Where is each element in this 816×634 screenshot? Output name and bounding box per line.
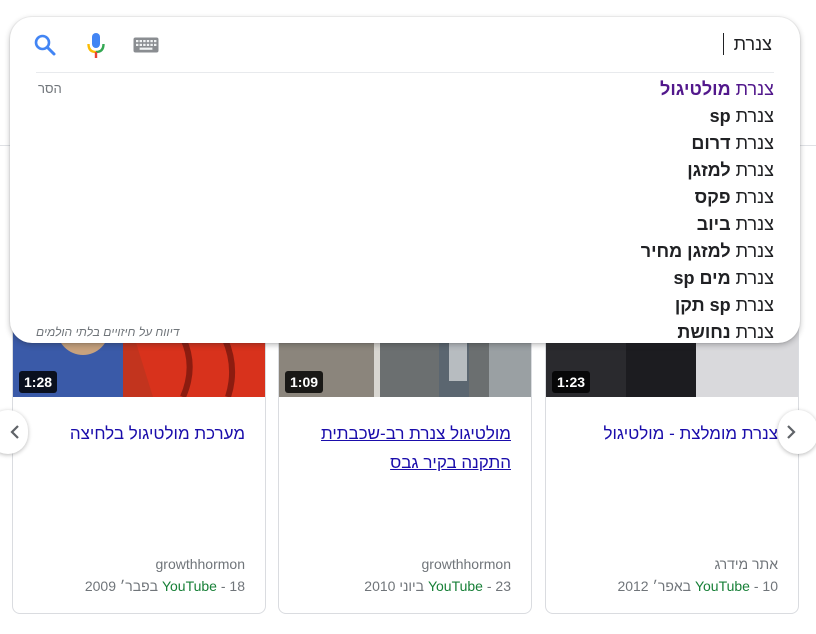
voice-search-button[interactable] (84, 31, 108, 61)
video-meta: YouTube - 23 ביוני 2010 (364, 578, 511, 594)
search-button[interactable] (32, 31, 58, 59)
suggestion-item[interactable]: צנרת sp (641, 103, 774, 130)
suggestion-item[interactable]: צנרת למזגן מחיר (641, 238, 774, 265)
video-meta: YouTube - 10 באפר׳ 2012 (617, 578, 778, 594)
video-duration: 1:28 (19, 371, 58, 393)
search-divider (36, 72, 774, 73)
suggestion-item[interactable]: צנרת מים sp (641, 265, 774, 292)
video-card-3[interactable]: 1:23 צנרת מומלצת - מולטיגול אתר מידרג Yo… (545, 300, 799, 614)
video-card-1[interactable]: 1:28 מערכת מולטיגול בלחיצה growthhormon … (12, 300, 266, 614)
video-duration: 1:09 (285, 371, 324, 393)
suggestion-list: צנרת מולטיגול צנרת sp צנרת דרום צנרת למז… (641, 76, 774, 346)
report-predictions-link[interactable]: דיווח על חיזויים בלתי הולמים (36, 325, 179, 339)
keyboard-icon (133, 37, 159, 53)
search-query-text: צנרת (733, 33, 772, 54)
video-channel: אתר מידרג (714, 556, 778, 572)
video-channel: growthhormon (155, 556, 246, 572)
video-duration: 1:23 (552, 371, 591, 393)
chevron-right-icon (787, 425, 796, 439)
video-title[interactable]: מערכת מולטיגול בלחיצה (30, 419, 245, 448)
video-source: YouTube (427, 578, 483, 594)
microphone-icon (87, 33, 105, 58)
video-card-2[interactable]: 1:09 מולטיגול צנרת רב-שכבתית התקנה בקיר … (278, 300, 532, 614)
suggestion-item[interactable]: צנרת פקס (641, 184, 774, 211)
suggestion-item[interactable]: צנרת דרום (641, 130, 774, 157)
search-icon (34, 34, 56, 56)
search-suggestion-panel: צנרת צנרת מולטיגול צנרת sp צנרת דרום צנר… (10, 17, 800, 343)
video-source: YouTube (694, 578, 750, 594)
virtual-keyboard-button[interactable] (132, 31, 160, 59)
suggestion-item[interactable]: צנרת ביוב (641, 211, 774, 238)
video-channel: growthhormon (421, 556, 512, 572)
video-source: YouTube (161, 578, 217, 594)
suggestion-item[interactable]: צנרת מולטיגול (641, 76, 774, 103)
carousel-next-button[interactable] (778, 410, 816, 454)
suggestion-item[interactable]: צנרת נחושת (641, 319, 774, 346)
search-input[interactable]: צנרת (722, 33, 772, 55)
video-title[interactable]: צנרת מומלצת - מולטיגול (563, 419, 778, 448)
video-title-link[interactable]: מולטיגול צנרת רב-שכבתית התקנה בקיר גבס (296, 419, 511, 477)
remove-suggestion-link[interactable]: הסר (38, 81, 62, 96)
text-cursor (722, 33, 724, 55)
chevron-left-icon (10, 425, 19, 439)
suggestion-item[interactable]: צנרת sp תקן (641, 292, 774, 319)
video-meta: YouTube - 18 בפבר׳ 2009 (84, 578, 245, 594)
suggestion-item[interactable]: צנרת למזגן (641, 157, 774, 184)
